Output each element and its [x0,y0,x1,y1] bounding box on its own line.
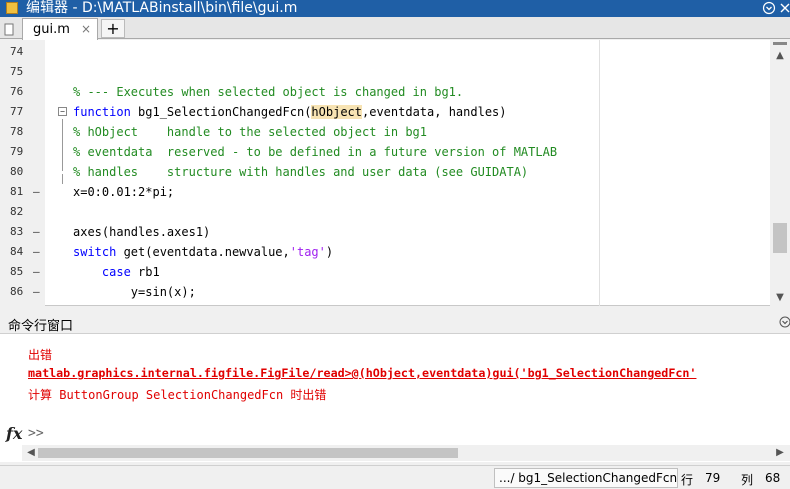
breakpoint-marker[interactable]: — [33,262,40,282]
tab-label: gui.m [33,22,70,37]
new-tab-button[interactable]: + [101,19,125,38]
line-number: 84 [10,245,24,258]
column-value: 68 [765,471,781,485]
comment-token: % --- Executes when selected object is c… [73,85,464,99]
editor-app-icon [6,2,18,14]
comment-token: % hObject handle to the selected object … [73,125,428,139]
code-token: rb1 [138,265,160,279]
code-token: get(eventdata.newvalue, [123,245,290,259]
code-text: function bg1_SelectionChangedFcn(hObject… [73,102,507,122]
function-browser-icon[interactable]: fx [6,424,22,443]
row-value: 79 [705,471,721,485]
string-token: 'tag' [289,245,326,259]
code-line[interactable]: 82 [0,202,770,222]
code-text: switch get(eventdata.newvalue,'tag') [73,242,333,262]
code-line[interactable]: 79 % eventdata reserved - to be defined i… [0,142,770,162]
circle-help-icon[interactable] [762,1,776,15]
code-line[interactable]: 78 % hObject handle to the selected objec… [0,122,770,142]
tab-close-icon[interactable]: × [81,22,91,36]
error-label: 出错 [28,348,53,362]
code-editor[interactable]: 74 75 76 % --- Executes when selected objec… [0,40,790,306]
line-number: 75 [10,65,24,78]
line-number: 82 [10,205,24,218]
code-token: axes(handles.axes1) [73,225,211,239]
code-text: y=sin(x); [73,282,196,302]
code-line[interactable]: 76 % --- Executes when selected object is… [0,82,770,102]
comment-token: % eventdata reserved - to be defined in … [73,145,558,159]
scroll-right-icon[interactable]: ▶ [774,447,786,459]
fold-guide-end [62,174,63,184]
breakpoint-marker[interactable]: — [33,182,40,202]
breakpoint-marker[interactable]: — [33,282,40,302]
code-text: % hObject handle to the selected object … [73,122,427,142]
error-source-link[interactable]: matlab.graphics.internal.figfile.FigFile… [28,366,696,380]
command-window[interactable]: 出错 matlab.graphics.internal.figfile.FigF… [0,334,790,462]
fold-toggle-icon[interactable]: − [58,107,67,116]
line-number: 80 [10,165,24,178]
code-token: bg1_SelectionChangedFcn( [138,105,312,119]
command-prompt: >> [28,426,44,441]
code-line[interactable]: 86 — y=sin(x); [0,282,770,302]
code-text: case rb1 [73,262,160,282]
code-text: x=0:0.01:2*pi; [73,182,174,202]
panel-options-icon[interactable] [779,315,790,329]
keyword-token: function [73,105,139,119]
comment-token: % handles structure with handles and use… [73,165,529,179]
code-line[interactable]: 74 [0,42,770,62]
line-number: 74 [10,45,24,58]
command-window-header: 命令行窗口 [0,312,790,334]
keyword-token: switch [73,245,124,259]
status-bar: .../ bg1_SelectionChangedFcn 行 79 列 68 [0,465,790,489]
row-label: 行 [681,473,694,487]
editor-tab-bar: gui.m × + [0,17,790,40]
editor-vertical-scrollbar[interactable]: ▲ ▼ [770,40,790,306]
line-number: 76 [10,85,24,98]
scrollbar-split-handle[interactable] [773,42,787,45]
code-token: ,eventdata, handles) [362,105,507,119]
code-token: y=sin(x); [73,285,196,299]
code-line[interactable]: 84 — switch get(eventdata.newvalue,'tag') [0,242,770,262]
code-token: ) [325,245,334,259]
line-number: 79 [10,145,24,158]
code-line[interactable]: 75 [0,62,770,82]
breakpoint-marker[interactable]: — [33,242,40,262]
code-token: x=0:0.01:2*pi; [73,185,175,199]
current-function-indicator[interactable]: .../ bg1_SelectionChangedFcn [494,468,678,488]
error-message: 计算 ButtonGroup SelectionChangedFcn 时出错 [28,388,327,402]
code-line[interactable]: 83 — axes(handles.axes1) [0,222,770,242]
code-text: % handles structure with handles and use… [73,162,528,182]
horizontal-scrollbar-thumb[interactable] [38,448,458,458]
scrollbar-thumb[interactable] [773,223,787,253]
code-line[interactable]: 77 − function bg1_SelectionChangedFcn(hObj… [0,102,770,122]
line-number: 78 [10,125,24,138]
highlighted-token: hObject [311,105,362,119]
line-number: 77 [10,105,24,118]
command-window-title: 命令行窗口 [8,319,74,334]
scroll-down-icon[interactable]: ▼ [774,292,786,304]
command-horizontal-scrollbar[interactable]: ◀ ▶ [22,445,790,461]
breakpoint-marker[interactable]: — [33,222,40,242]
code-line[interactable]: 81 — x=0:0.01:2*pi; [0,182,770,202]
column-label: 列 [741,473,754,487]
scroll-up-icon[interactable]: ▲ [774,50,786,62]
keyword-token: case [73,265,139,279]
scroll-left-icon[interactable]: ◀ [25,447,37,459]
code-text: axes(handles.axes1) [73,222,210,242]
window-title: 编辑器 - D:\MATLABinstall\bin\file\gui.m [26,0,298,16]
close-icon[interactable] [778,1,790,15]
document-icon [2,22,16,36]
line-number: 81 [10,185,24,198]
code-text: % --- Executes when selected object is c… [73,82,463,102]
code-line[interactable]: 80 % handles structure with handles and u… [0,162,770,182]
code-line[interactable]: 85 — case rb1 [0,262,770,282]
fold-guide [62,119,63,171]
tab-gui-m[interactable]: gui.m × [22,18,98,40]
line-number: 85 [10,265,24,278]
line-number: 83 [10,225,24,238]
line-number: 86 [10,285,24,298]
window-title-bar: 编辑器 - D:\MATLABinstall\bin\file\gui.m [0,0,790,17]
code-text: % eventdata reserved - to be defined in … [73,142,557,162]
